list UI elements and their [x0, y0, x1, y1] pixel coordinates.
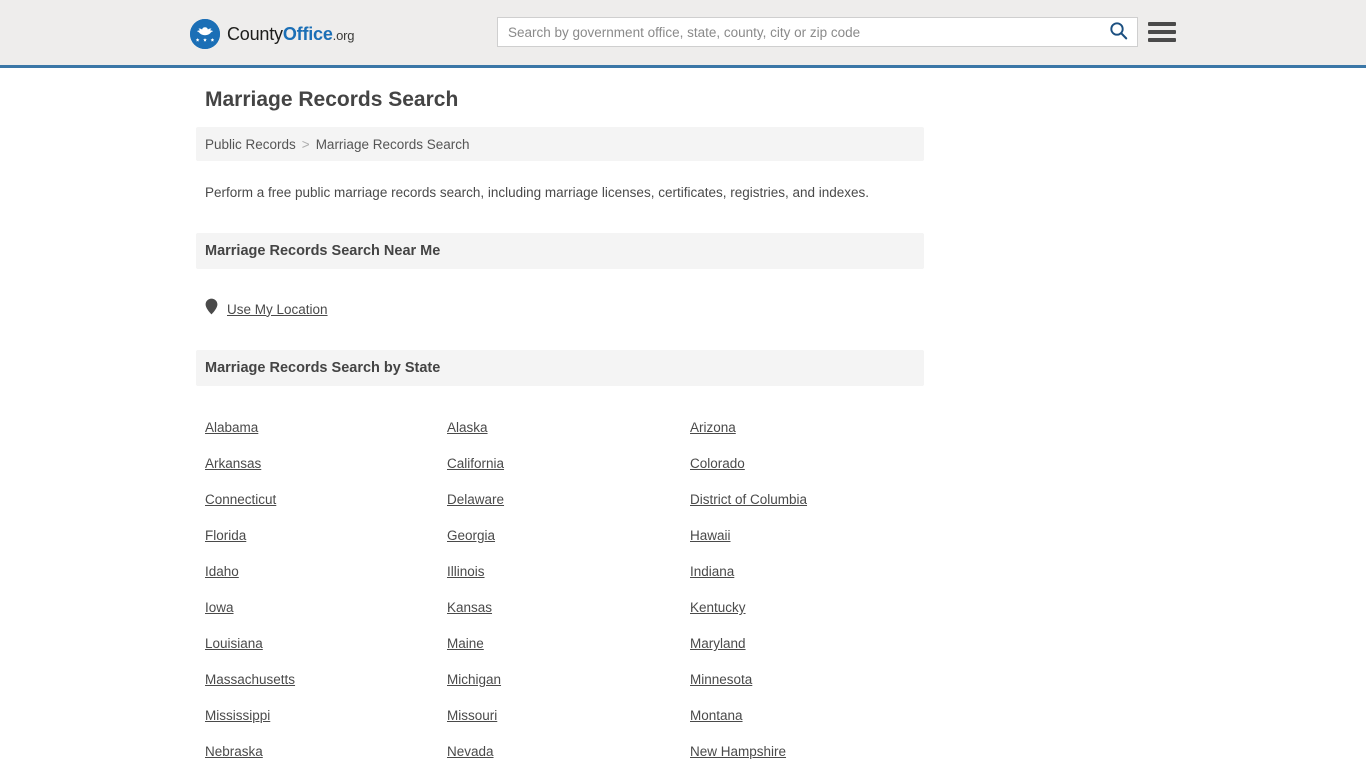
section-title-by-state: Marriage Records Search by State: [205, 360, 441, 377]
search-icon: [1109, 21, 1128, 43]
logo-word-county: County: [227, 24, 283, 44]
state-link[interactable]: Maine: [447, 626, 690, 662]
state-link[interactable]: Delaware: [447, 482, 690, 518]
state-link[interactable]: Idaho: [205, 554, 447, 590]
search-bar[interactable]: [497, 17, 1138, 47]
state-link[interactable]: Florida: [205, 518, 447, 554]
state-link[interactable]: Missouri: [447, 698, 690, 734]
state-link[interactable]: California: [447, 446, 690, 482]
site-header: CountyOffice.org: [0, 0, 1366, 68]
state-link[interactable]: Colorado: [690, 446, 933, 482]
page-body: Marriage Records Search Public Records >…: [0, 68, 1366, 768]
page-description: Perform a free public marriage records s…: [205, 185, 870, 201]
state-link[interactable]: Montana: [690, 698, 933, 734]
breadcrumb-separator: >: [301, 136, 310, 152]
breadcrumb-current: Marriage Records Search: [315, 136, 470, 152]
state-link[interactable]: Indiana: [690, 554, 933, 590]
breadcrumb: Public Records > Marriage Records Search: [196, 127, 924, 162]
state-link[interactable]: New Hampshire: [690, 734, 933, 768]
state-link[interactable]: Michigan: [447, 662, 690, 698]
use-my-location-link[interactable]: Use My Location: [227, 302, 328, 317]
logo-word-office: Office: [282, 24, 333, 44]
state-link[interactable]: Louisiana: [205, 626, 447, 662]
section-header-near-me: Marriage Records Search Near Me: [196, 233, 924, 270]
state-link[interactable]: Arizona: [690, 410, 933, 446]
content-column: Marriage Records Search Public Records >…: [196, 68, 924, 768]
state-link[interactable]: Connecticut: [205, 482, 447, 518]
use-my-location-row[interactable]: Use My Location: [196, 298, 924, 320]
state-link[interactable]: Minnesota: [690, 662, 933, 698]
state-links-grid: Alabama Alaska Arizona Arkansas California Co…: [196, 410, 924, 768]
logo-wordmark: CountyOffice.org: [227, 25, 354, 43]
state-link[interactable]: Hawaii: [690, 518, 933, 554]
state-link[interactable]: Alabama: [205, 410, 447, 446]
hamburger-menu-icon-bar-2: [1148, 30, 1176, 34]
state-link[interactable]: Alaska: [447, 410, 690, 446]
state-link[interactable]: Arkansas: [205, 446, 447, 482]
state-link[interactable]: Illinois: [447, 554, 690, 590]
state-link[interactable]: Nebraska: [205, 734, 447, 768]
hamburger-menu-icon-bar-1: [1148, 22, 1176, 26]
page-title: Marriage Records Search: [205, 88, 459, 111]
state-link[interactable]: Iowa: [205, 590, 447, 626]
section-title-near-me: Marriage Records Search Near Me: [205, 243, 441, 260]
search-submit-button[interactable]: [1099, 18, 1137, 46]
state-link[interactable]: Massachusetts: [205, 662, 447, 698]
state-link[interactable]: District of Columbia: [690, 482, 933, 518]
hamburger-menu-button[interactable]: [1148, 19, 1176, 45]
state-link[interactable]: Kentucky: [690, 590, 933, 626]
logo-word-tld: .org: [332, 28, 355, 43]
state-link[interactable]: Mississippi: [205, 698, 447, 734]
state-link[interactable]: Kansas: [447, 590, 690, 626]
location-pin-icon: [205, 298, 218, 320]
search-input[interactable]: [498, 18, 1099, 46]
eagle-shield-icon: [190, 19, 220, 49]
breadcrumb-link-public-records[interactable]: Public Records: [205, 137, 296, 152]
hamburger-menu-icon-bar-3: [1148, 38, 1176, 42]
state-link[interactable]: Maryland: [690, 626, 933, 662]
site-logo[interactable]: CountyOffice.org: [190, 19, 354, 49]
section-header-by-state: Marriage Records Search by State: [196, 350, 924, 387]
state-link[interactable]: Nevada: [447, 734, 690, 768]
state-link[interactable]: Georgia: [447, 518, 690, 554]
